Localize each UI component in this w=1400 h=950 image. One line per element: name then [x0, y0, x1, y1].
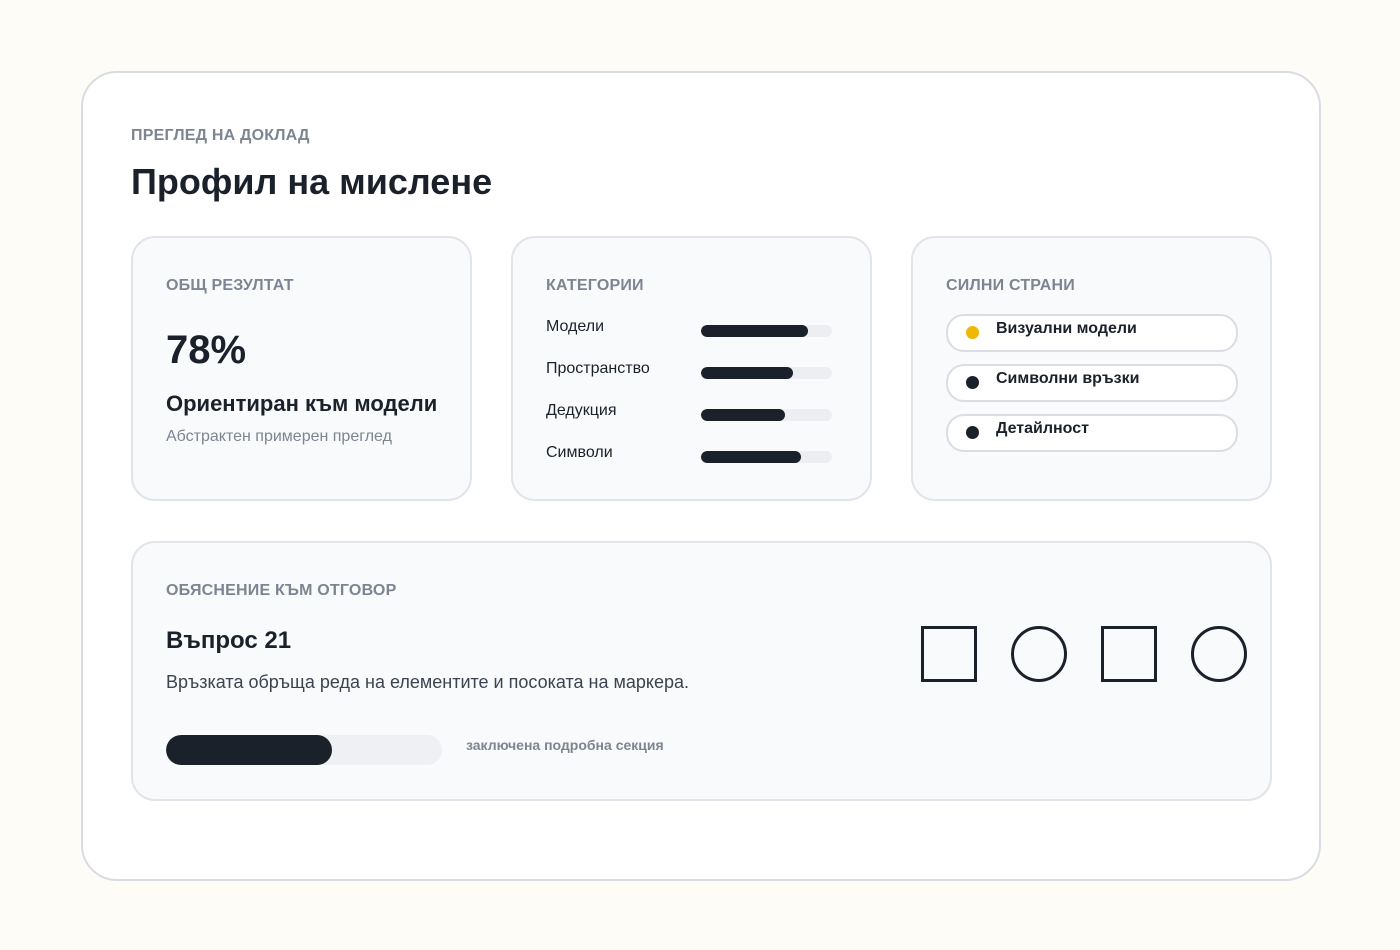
category-row: Символи [546, 444, 832, 464]
category-label: Дедукция [546, 402, 617, 419]
page-title: Профил на мислене [131, 161, 493, 202]
profile-type: Ориентиран към модели [166, 391, 438, 416]
category-row: Дедукция [546, 402, 832, 422]
report-overline: ПРЕГЛЕД НА ДОКЛАД [131, 127, 310, 144]
status-dot-icon [966, 326, 979, 339]
category-bar-track [701, 409, 832, 421]
category-label: Пространство [546, 360, 650, 377]
category-row: Пространство [546, 360, 832, 380]
category-row: Модели [546, 318, 832, 338]
question-title: Въпрос 21 [166, 627, 292, 654]
category-bar-track [701, 451, 832, 463]
locked-section-label: заключена подробна секция [466, 737, 664, 753]
category-label: Символи [546, 444, 613, 461]
status-dot-icon [966, 376, 979, 389]
answer-explanation-card: ОБЯСНЕНИЕ КЪМ ОТГОВОР Въпрос 21 Връзката… [131, 541, 1272, 801]
strength-chip-symbolic-links[interactable]: Символни връзки [946, 364, 1238, 402]
strength-chip-label: Символни връзки [996, 370, 1140, 387]
strength-chip-detail[interactable]: Детайлност [946, 414, 1238, 452]
strength-chip-visual-patterns[interactable]: Визуални модели [946, 314, 1238, 352]
strength-chip-label: Визуални модели [996, 320, 1137, 337]
strengths-card: СИЛНИ СТРАНИ Визуални модели Символни вр… [911, 236, 1272, 501]
strengths-label: СИЛНИ СТРАНИ [946, 277, 1075, 294]
overall-score-value: 78% [166, 328, 247, 372]
circle-shape-icon [1011, 626, 1067, 682]
overall-score-card: ОБЩ РЕЗУЛТАТ 78% Ориентиран към модели А… [131, 236, 472, 501]
category-bar-track [701, 325, 832, 337]
locked-section-progress-fill [166, 735, 332, 765]
circle-shape-icon [1191, 626, 1247, 682]
report-frame: ПРЕГЛЕД НА ДОКЛАД Профил на мислене ОБЩ … [81, 71, 1321, 881]
category-bar-fill [701, 325, 809, 337]
categories-label: КАТЕГОРИИ [546, 277, 644, 294]
categories-card: КАТЕГОРИИ Модели Пространство Дедукция С… [511, 236, 872, 501]
square-shape-icon [921, 626, 977, 682]
explanation-label: ОБЯСНЕНИЕ КЪМ ОТГОВОР [166, 582, 397, 599]
category-label: Модели [546, 318, 605, 335]
category-bar-fill [701, 451, 801, 463]
overall-score-label: ОБЩ РЕЗУЛТАТ [166, 277, 294, 294]
category-bar-fill [701, 409, 785, 421]
category-bar-fill [701, 367, 793, 379]
status-dot-icon [966, 426, 979, 439]
strength-chip-label: Детайлност [996, 420, 1089, 437]
profile-note: Абстрактен примерен преглед [166, 428, 392, 445]
explanation-text: Връзката обръща реда на елементите и пос… [166, 672, 689, 692]
square-shape-icon [1101, 626, 1157, 682]
locked-section-progress [166, 735, 442, 765]
category-bar-track [701, 367, 832, 379]
